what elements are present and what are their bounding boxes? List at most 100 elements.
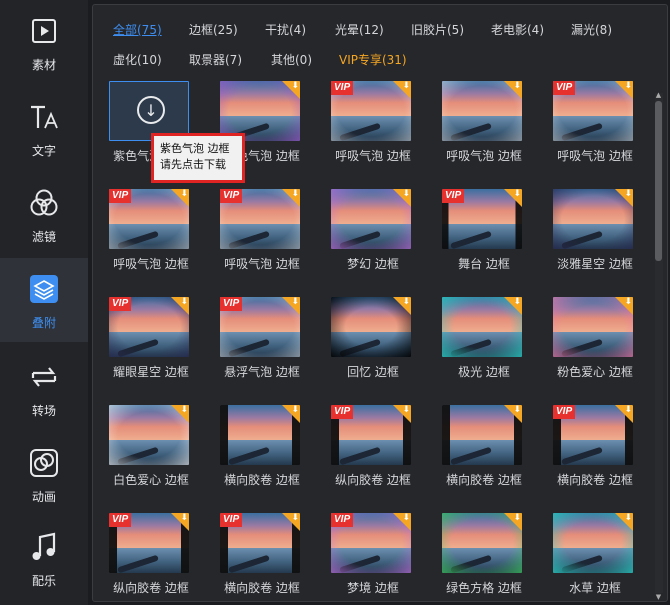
overlay-item[interactable]: ⬇ 横向胶卷 边框 — [436, 405, 546, 505]
sidebar-item-transition[interactable]: 转场 — [0, 346, 88, 430]
tab-vip[interactable]: VIP专享(31) — [339, 51, 407, 68]
overlay-thumbnail[interactable]: ⬇ — [442, 81, 522, 141]
overlay-thumbnail[interactable]: ⬇ VIP — [220, 189, 300, 249]
scroll-up-arrow-icon[interactable]: ▲ — [654, 91, 663, 99]
tab-viewfinder[interactable]: 取景器(7) — [189, 51, 242, 68]
overlay-thumbnail[interactable]: ⬇ VIP — [109, 297, 189, 357]
overlay-thumbnail[interactable]: ⬇ — [442, 405, 522, 465]
overlay-item-label: 纵向胶卷 边框 — [335, 473, 411, 487]
vip-badge: VIP — [331, 405, 354, 419]
sidebar-item-overlay[interactable]: 叠附 — [0, 258, 88, 342]
overlay-thumbnail[interactable]: ⬇ VIP — [331, 405, 411, 465]
overlay-item-label: 舞台 边框 — [458, 257, 510, 271]
sidebar-item-label: 滤镜 — [31, 230, 56, 244]
download-arrow-icon: ⬇ — [291, 513, 299, 523]
overlay-thumbnail[interactable]: ⬇ — [331, 189, 411, 249]
overlay-thumbnail[interactable]: ⬇ VIP — [331, 513, 411, 573]
overlay-thumbnail[interactable]: ⬇ VIP — [331, 81, 411, 141]
tab-halo[interactable]: 光晕(12) — [335, 21, 384, 38]
overlay-item[interactable]: ⬇ VIP 呼吸气泡 边框 — [214, 189, 324, 289]
vip-badge: VIP — [109, 189, 132, 203]
overlay-thumbnail[interactable]: ⬇ — [220, 81, 300, 141]
overlay-item[interactable]: ⬇ 极光 边框 — [436, 297, 546, 397]
overlay-item[interactable]: ⬇ 呼吸气泡 边框 — [436, 81, 546, 181]
overlay-thumbnail[interactable]: ⬇ VIP — [109, 513, 189, 573]
overlay-thumbnail[interactable]: ⬇ — [553, 513, 633, 573]
overlay-item-label: 绿色方格 边框 — [446, 581, 522, 595]
download-circle-icon[interactable]: ↓ — [137, 96, 165, 124]
overlay-thumbnail[interactable]: ⬇ VIP — [220, 297, 300, 357]
sidebar-item-label: 动画 — [31, 490, 56, 504]
vip-badge: VIP — [109, 297, 132, 311]
overlay-thumbnail[interactable]: ⬇ VIP — [109, 189, 189, 249]
scrollbar-thumb[interactable] — [655, 101, 662, 261]
overlay-thumbnail[interactable]: ⬇ — [553, 189, 633, 249]
download-arrow-icon: ⬇ — [624, 513, 632, 523]
download-arrow-icon: ⬇ — [624, 297, 632, 307]
download-arrow-icon: ⬇ — [402, 81, 410, 91]
download-arrow-icon: ⬇ — [402, 513, 410, 523]
download-arrow-icon: ⬇ — [513, 405, 521, 415]
overlay-item[interactable]: ⬇ 回忆 边框 — [325, 297, 435, 397]
tab-blur[interactable]: 虚化(10) — [113, 51, 162, 68]
overlay-item-label: 悬浮气泡 边框 — [224, 365, 300, 379]
overlay-thumbnail[interactable]: ↓ — [109, 81, 189, 141]
overlay-item[interactable]: ⬇ VIP 呼吸气泡 边框 — [325, 81, 435, 181]
overlay-thumbnail[interactable]: ⬇ VIP — [220, 513, 300, 573]
overlay-item[interactable]: ⬇ 粉色爱心 边框 — [547, 297, 653, 397]
overlay-item[interactable]: ⬇ VIP 纵向胶卷 边框 — [103, 513, 213, 601]
overlay-item-label: 耀眼星空 边框 — [113, 365, 189, 379]
download-arrow-icon: ⬇ — [624, 189, 632, 199]
sidebar-item-text[interactable]: 文字 — [0, 86, 88, 170]
overlay-thumbnail[interactable]: ⬇ — [442, 297, 522, 357]
overlay-item[interactable]: ⬇ VIP 呼吸气泡 边框 — [547, 81, 653, 181]
sidebar-item-label: 转场 — [31, 404, 56, 418]
overlay-item[interactable]: ⬇ VIP 悬浮气泡 边框 — [214, 297, 324, 397]
scroll-down-arrow-icon[interactable]: ▼ — [654, 593, 663, 601]
overlay-item[interactable]: ⬇ 横向胶卷 边框 — [214, 405, 324, 505]
play-file-icon — [27, 14, 61, 48]
overlay-thumbnail[interactable]: ⬇ — [442, 513, 522, 573]
sidebar-item-label: 配乐 — [31, 574, 56, 588]
overlay-thumbnail[interactable]: ⬇ — [220, 405, 300, 465]
download-arrow-icon: ⬇ — [180, 297, 188, 307]
tab-old-film[interactable]: 旧胶片(5) — [411, 21, 464, 38]
overlay-item[interactable]: ⬇ VIP 横向胶卷 边框 — [214, 513, 324, 601]
tab-light-leak[interactable]: 漏光(8) — [571, 21, 612, 38]
overlay-item[interactable]: ⬇ VIP 舞台 边框 — [436, 189, 546, 289]
overlay-item[interactable]: ⬇ 淡雅星空 边框 — [547, 189, 653, 289]
overlay-thumbnail[interactable]: ⬇ — [331, 297, 411, 357]
tab-all[interactable]: 全部(75) — [113, 21, 162, 38]
download-arrow-icon: ⬇ — [513, 297, 521, 307]
download-arrow-icon: ⬇ — [624, 81, 632, 91]
overlay-thumbnail[interactable]: ⬇ VIP — [553, 81, 633, 141]
sidebar-item-music[interactable]: 配乐 — [0, 516, 88, 600]
vip-badge: VIP — [220, 297, 243, 311]
overlay-item[interactable]: ⬇ VIP 耀眼星空 边框 — [103, 297, 213, 397]
sidebar-item-animation[interactable]: 动画 — [0, 432, 88, 516]
overlay-item[interactable]: ⬇ 白色爱心 边框 — [103, 405, 213, 505]
overlay-item[interactable]: ⬇ VIP 横向胶卷 边框 — [547, 405, 653, 505]
overlay-thumbnail[interactable]: ⬇ — [553, 297, 633, 357]
overlay-item-label: 纵向胶卷 边框 — [113, 581, 189, 595]
animation-icon — [27, 446, 61, 480]
overlay-item[interactable]: ⬇ 绿色方格 边框 — [436, 513, 546, 601]
music-icon — [27, 530, 61, 564]
overlay-thumbnail[interactable]: ⬇ VIP — [442, 189, 522, 249]
sidebar-item-label: 文字 — [31, 144, 56, 158]
sidebar-item-filter[interactable]: 滤镜 — [0, 172, 88, 256]
overlay-item[interactable]: ⬇ 梦幻 边框 — [325, 189, 435, 289]
tab-other[interactable]: 其他(0) — [271, 51, 312, 68]
tab-old-movie[interactable]: 老电影(4) — [491, 21, 544, 38]
overlay-item[interactable]: ⬇ VIP 梦境 边框 — [325, 513, 435, 601]
vip-badge: VIP — [109, 513, 132, 527]
overlay-thumbnail[interactable]: ⬇ VIP — [553, 405, 633, 465]
sidebar-item-media[interactable]: 素材 — [0, 0, 88, 84]
overlay-thumbnail[interactable]: ⬇ — [109, 405, 189, 465]
overlay-item[interactable]: ⬇ VIP 呼吸气泡 边框 — [103, 189, 213, 289]
overlay-item[interactable]: ⬇ 水草 边框 — [547, 513, 653, 601]
tab-frame[interactable]: 边框(25) — [189, 21, 238, 38]
tab-interference[interactable]: 干扰(4) — [265, 21, 306, 38]
overlay-item[interactable]: ⬇ VIP 纵向胶卷 边框 — [325, 405, 435, 505]
overlay-item-label: 横向胶卷 边框 — [446, 473, 522, 487]
